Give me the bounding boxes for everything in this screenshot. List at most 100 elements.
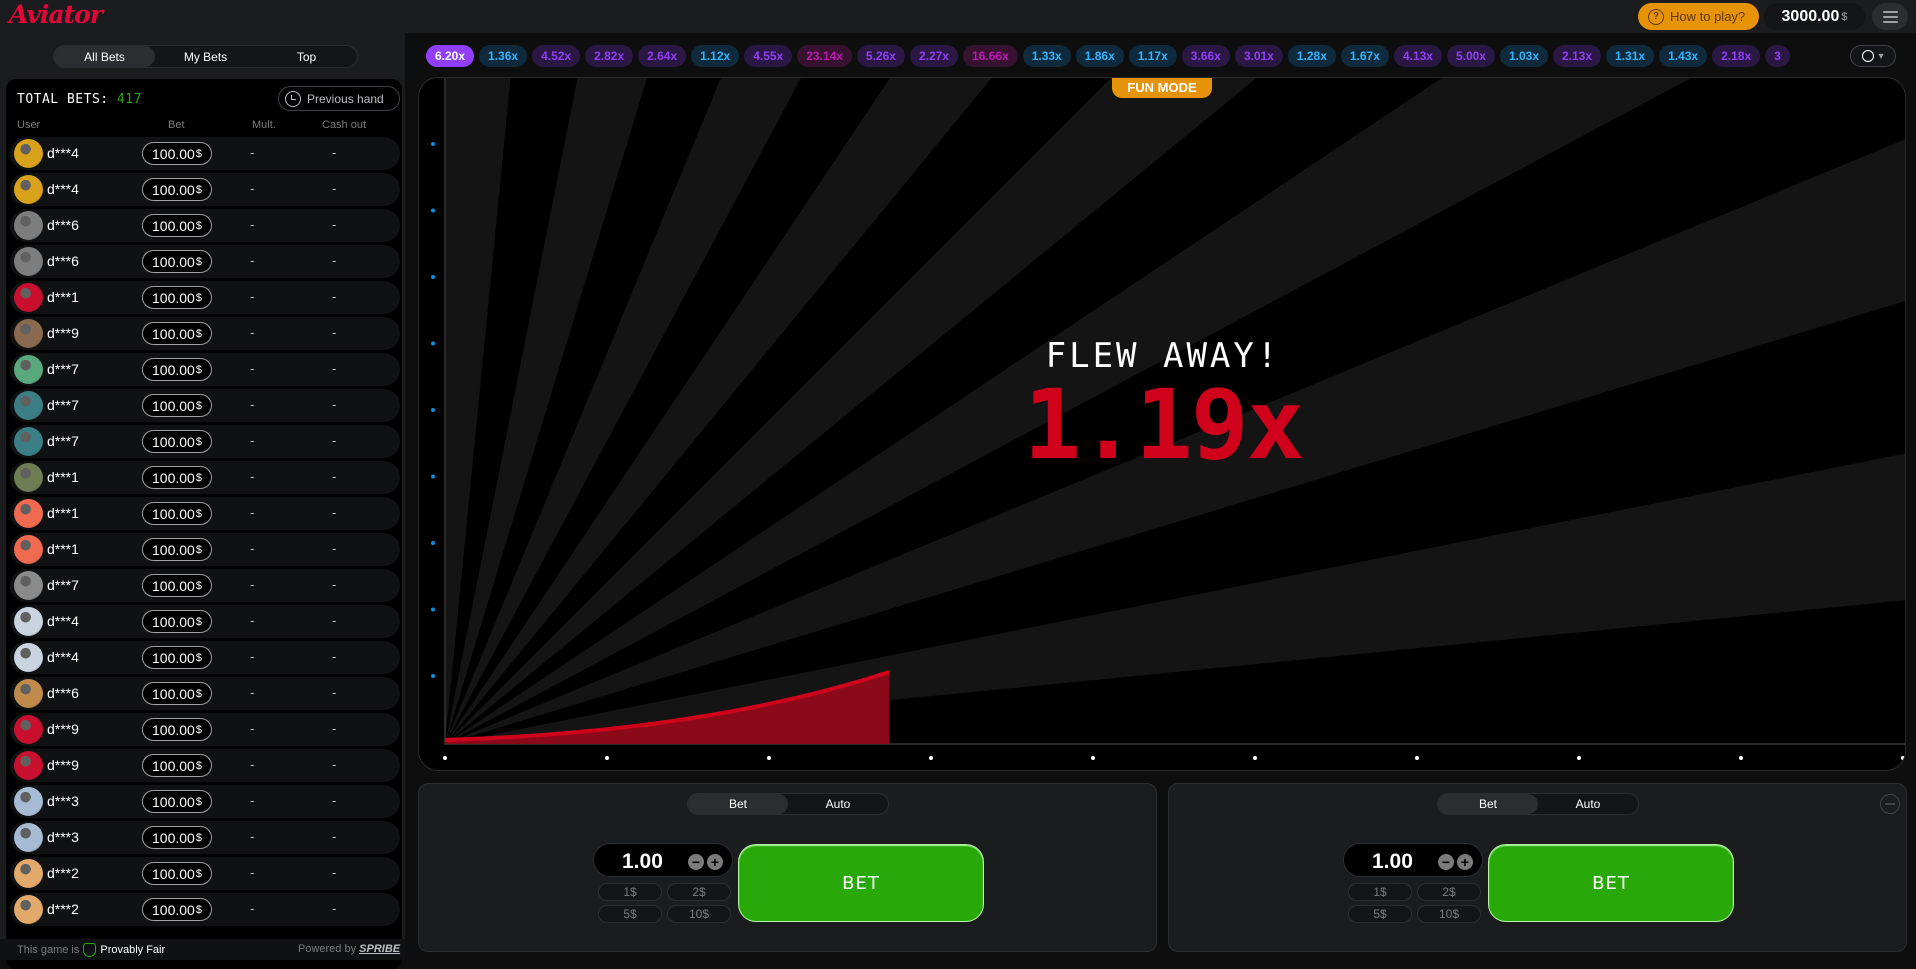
y-axis-dot [431,541,435,545]
bet-user: d***4 [47,613,79,629]
bet-amount-stepper[interactable]: 1.00 − + [1343,843,1483,877]
bet-row: d***4 100.00 $ - - [10,605,400,638]
quick-amount-2[interactable]: 2$ [1417,883,1481,901]
history-multiplier[interactable]: 1.31x [1606,45,1655,67]
bet-mult: - [250,217,255,232]
history-multiplier[interactable]: 5.00x [1446,45,1495,67]
minus-icon[interactable]: − [688,854,704,870]
history-multiplier[interactable]: 3 [1765,45,1790,67]
quick-amount-1[interactable]: 1$ [1348,883,1412,901]
history-multiplier[interactable]: 16.66x [962,45,1018,67]
bets-list-panel: TOTAL BETS: 417 Previous hand User Bet M… [6,79,402,969]
bet-user: d***4 [47,145,79,161]
tab-my-bets[interactable]: My Bets [155,46,256,67]
bet-user: d***9 [47,721,79,737]
bet-mult: - [250,541,255,556]
bet-amount-stepper[interactable]: 1.00 − + [593,843,733,877]
history-multiplier[interactable]: 1.43x [1659,45,1708,67]
column-headers: User Bet Mult. Cash out [6,119,402,135]
history-multiplier[interactable]: 1.86x [1075,45,1124,67]
history-multiplier[interactable]: 1.03x [1499,45,1548,67]
bet-currency: $ [195,759,202,772]
bet-row: d***4 100.00 $ - - [10,641,400,674]
bet-user: d***1 [47,541,79,557]
bet-amount-value: 100.00 [152,253,195,270]
tab-all-bets[interactable]: All Bets [54,46,155,67]
bet-amount-value: 100.00 [152,829,195,846]
history-multiplier[interactable]: 23.14x [797,45,852,67]
history-multiplier[interactable]: 1.36x [479,45,528,67]
history-multiplier[interactable]: 4.55x [744,45,793,67]
history-multiplier[interactable]: 4.13x [1393,45,1442,67]
history-multiplier[interactable]: 5.26x [856,45,905,67]
bet-currency: $ [195,183,202,196]
history-multiplier[interactable]: 2.82x [585,45,634,67]
history-multiplier[interactable]: 1.33x [1022,45,1071,67]
shield-check-icon [83,943,97,957]
bet-currency: $ [195,579,202,592]
history-multiplier[interactable]: 2.18x [1712,45,1761,67]
bet-cash-out: - [332,181,337,196]
crash-multiplier: 1.19x [1023,369,1305,481]
x-axis-dot [929,756,933,760]
bet-user: d***1 [47,469,79,485]
history-multiplier[interactable]: 1.17x [1128,45,1177,67]
quick-amount-10[interactable]: 10$ [667,905,731,923]
bet-amount: 100.00 $ [142,322,212,345]
history-multiplier[interactable]: 6.20x [426,45,475,67]
menu-button[interactable] [1872,3,1908,30]
quick-amount-5[interactable]: 5$ [1348,905,1412,923]
history-multiplier[interactable]: 4.52x [532,45,581,67]
bet-button[interactable]: BET [738,844,984,922]
bet-cash-out: - [332,253,337,268]
balance-value: 3000.00 [1781,7,1840,25]
bet-user: d***1 [47,289,79,305]
history-multiplier[interactable]: 2.64x [638,45,687,67]
provably-fair[interactable]: This game is Provably Fair [17,943,165,957]
history-multiplier[interactable]: 1.28x [1287,45,1336,67]
remove-panel-button[interactable] [1880,794,1900,814]
quick-amount-2[interactable]: 2$ [667,883,731,901]
previous-hand-button[interactable]: Previous hand [278,86,400,111]
avatar [14,607,43,636]
spribe-logo[interactable]: SPRIBE [359,943,400,955]
tab-bet[interactable]: Bet [1438,794,1538,814]
bet-amount-value[interactable]: 1.00 [622,850,663,874]
avatar [14,859,43,888]
bet-amount-value: 100.00 [152,649,195,666]
history-dropdown-button[interactable]: ▾ [1850,45,1896,67]
history-multiplier[interactable]: 3.66x [1181,45,1230,67]
history-multiplier[interactable]: 2.13x [1553,45,1602,67]
bet-currency: $ [195,435,202,448]
quick-amount-5[interactable]: 5$ [598,905,662,923]
bet-panel-2: Bet Auto 1.00 − + 1$ 2$ 5$ 10$ BET [1168,783,1907,952]
x-axis-dot [1253,756,1257,760]
tab-top[interactable]: Top [256,46,357,67]
tab-auto[interactable]: Auto [788,794,888,814]
plus-icon[interactable]: + [707,854,723,870]
provably-fair-label: Provably Fair [100,944,166,956]
minus-icon[interactable]: − [1438,854,1454,870]
bet-button[interactable]: BET [1488,844,1734,922]
bet-user: d***9 [47,757,79,773]
quick-amount-10[interactable]: 10$ [1417,905,1481,923]
x-axis-dot [443,756,447,760]
avatar [14,427,43,456]
history-multiplier[interactable]: 1.67x [1340,45,1389,67]
bet-amount-value[interactable]: 1.00 [1372,850,1413,874]
history-multiplier[interactable]: 2.27x [909,45,958,67]
bet-row: d***1 100.00 $ - - [10,497,400,530]
plus-icon[interactable]: + [1457,854,1473,870]
tab-auto[interactable]: Auto [1538,794,1638,814]
bet-mult: - [250,577,255,592]
bet-cash-out: - [332,469,337,484]
bet-amount-value: 100.00 [152,325,195,342]
quick-amount-1[interactable]: 1$ [598,883,662,901]
bet-currency: $ [195,507,202,520]
tab-bet[interactable]: Bet [688,794,788,814]
bet-cash-out: - [332,613,337,628]
history-multiplier[interactable]: 1.12x [691,45,740,67]
how-to-play-button[interactable]: ? How to play? [1638,3,1759,30]
history-multiplier[interactable]: 3.01x [1234,45,1283,67]
bet-amount: 100.00 $ [142,502,212,525]
